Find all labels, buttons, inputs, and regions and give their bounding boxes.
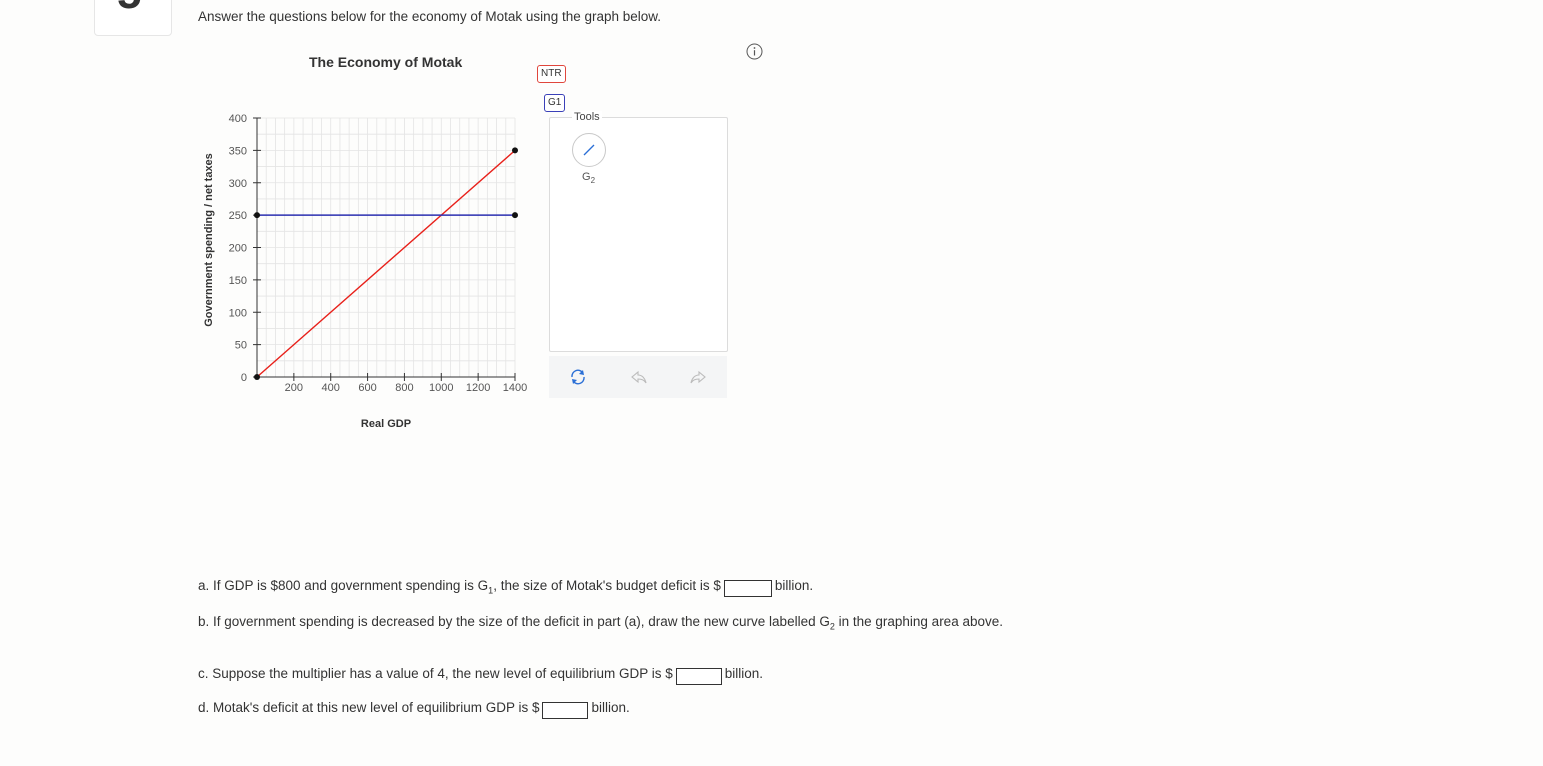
y-tick-label: 350: [229, 145, 247, 157]
answer-d-input[interactable]: [542, 702, 589, 719]
question-number-box: 5: [94, 0, 172, 36]
x-tick-label: 1000: [429, 382, 453, 394]
legend-ntr[interactable]: NTR: [537, 65, 566, 83]
g2-tool-label: 2G2: [582, 171, 596, 186]
answer-a-input[interactable]: [723, 580, 772, 597]
x-tick-label: 200: [285, 382, 303, 394]
series-point-ntr[interactable]: [512, 147, 518, 154]
y-tick-label: 0: [241, 372, 247, 384]
x-tick-label: 1200: [466, 382, 490, 394]
action-bar: [549, 356, 727, 398]
y-tick-label: 50: [235, 340, 247, 352]
y-tick-label: 250: [229, 210, 247, 222]
tools-label: Tools: [572, 111, 602, 123]
x-tick-label: 400: [322, 382, 340, 394]
chart-title: The Economy of Motak: [309, 54, 463, 70]
x-tick-label: 600: [358, 382, 376, 394]
question-b: b. If government spending is decreased b…: [198, 614, 1003, 632]
question-number: 5: [117, 0, 141, 19]
x-tick-label: 1400: [503, 382, 527, 394]
x-tick-label: 800: [395, 382, 413, 394]
info-icon[interactable]: [746, 43, 763, 60]
series-point-g1[interactable]: [512, 212, 518, 219]
redo-icon[interactable]: [688, 367, 708, 387]
g2-line-tool-button[interactable]: [572, 133, 606, 167]
y-tick-label: 200: [229, 243, 247, 255]
undo-icon[interactable]: [629, 367, 649, 387]
answer-c-input[interactable]: [675, 668, 722, 685]
question-intro: Answer the questions below for the econo…: [198, 9, 662, 24]
line-draw-icon: [583, 144, 595, 156]
chart[interactable]: 0 50 100 150 200 250 300 350 400 200 400 600 800 1000…: [196, 105, 546, 435]
y-tick-label: 300: [229, 178, 247, 190]
y-axis-label: Government spending / net taxes: [203, 153, 215, 327]
y-tick-label: 400: [229, 113, 247, 125]
reset-icon[interactable]: [568, 367, 588, 387]
question-c: c. Suppose the multiplier has a value of…: [198, 666, 763, 685]
y-tick-label: 150: [229, 275, 247, 287]
series-point-ntr[interactable]: [254, 374, 260, 380]
legend-g1[interactable]: G1: [544, 94, 566, 112]
y-tick-label: 100: [229, 307, 247, 319]
series-point-g1[interactable]: [254, 212, 260, 219]
question-d: d. Motak's deficit at this new level of …: [198, 700, 630, 719]
x-axis-label: Real GDP: [361, 418, 411, 430]
question-a: a. If GDP is $800 and government spendin…: [198, 578, 814, 597]
